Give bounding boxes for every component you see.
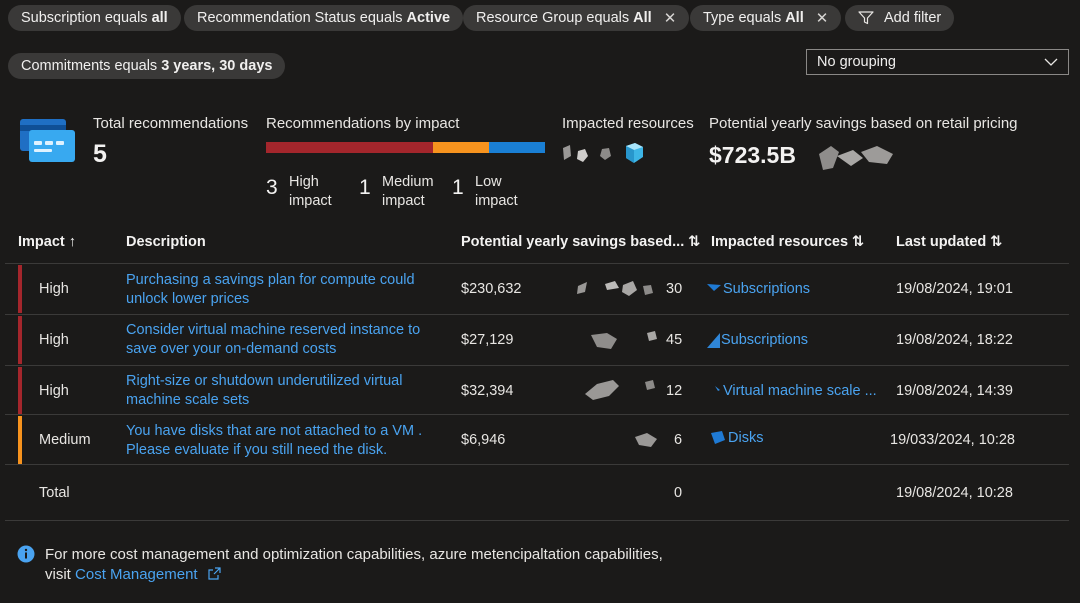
resource-count: 12 xyxy=(666,383,683,399)
cost-management-link[interactable]: Cost Management xyxy=(75,566,198,583)
filter-pill-type[interactable]: Type equals All ✕ xyxy=(690,5,842,31)
impact-cell: High xyxy=(39,281,69,297)
impact-indicator-medium xyxy=(18,416,22,464)
savings-cell: $6,946 xyxy=(461,432,506,448)
potential-savings-label: Potential yearly savings based on retail… xyxy=(709,115,1018,132)
filter-value: Active xyxy=(406,10,451,26)
impacted-resources-label: Impacted resources xyxy=(562,115,694,132)
divider xyxy=(5,464,1069,465)
recommendation-link[interactable]: Consider virtual machine reserved instan… xyxy=(126,321,420,359)
divider xyxy=(5,520,1069,521)
chevron-down-icon xyxy=(1044,54,1058,70)
last-updated-cell: 19/08/2024, 19:01 xyxy=(896,281,1013,297)
vm-scale-set-icon xyxy=(715,386,720,391)
filter-pill-commitments[interactable]: Commitments equals 3 years, 30 days xyxy=(8,53,286,79)
header-description[interactable]: Description xyxy=(126,234,206,250)
filter-value: all xyxy=(151,10,168,26)
low-impact-label: Low impact xyxy=(475,174,518,209)
impact-bar-low xyxy=(489,142,545,153)
high-impact-label: High impact xyxy=(289,174,332,209)
header-impacted-resources[interactable]: Impacted resources ⇅ xyxy=(711,234,864,250)
footer-info-text: For more cost management and optimizatio… xyxy=(45,546,663,563)
add-filter-label: Add filter xyxy=(884,10,942,26)
impact-bar-medium xyxy=(433,142,490,153)
header-last-updated[interactable]: Last updated ⇅ xyxy=(896,234,1002,250)
low-impact-count: 1 xyxy=(452,176,464,199)
info-icon xyxy=(17,545,35,567)
filter-prefix: Type equals xyxy=(703,10,782,26)
impact-cell: Medium xyxy=(39,432,91,448)
close-icon[interactable]: ✕ xyxy=(664,9,677,27)
last-updated-cell: 19/08/2024, 18:22 xyxy=(896,332,1013,348)
total-recommendations-label: Total recommendations xyxy=(93,115,249,132)
medium-impact-label: Medium impact xyxy=(382,174,434,209)
total-last-updated: 19/08/2024, 10:28 xyxy=(896,485,1013,501)
filter-prefix: Resource Group equals xyxy=(476,10,630,26)
resource-count: 6 xyxy=(674,432,683,448)
filter-icon xyxy=(858,11,874,25)
table-row[interactable]: High Purchasing a savings plan for compu… xyxy=(5,264,1069,314)
recommendation-link[interactable]: Purchasing a savings plan for compute co… xyxy=(126,271,415,309)
add-filter-button[interactable]: Add filter xyxy=(845,5,955,31)
impacted-resource-link[interactable]: Virtual machine scale ... xyxy=(715,383,877,399)
impacted-resource-link[interactable]: Disks xyxy=(711,430,763,446)
filter-pill-recommendation-status[interactable]: Recommendation Status equals Active xyxy=(184,5,464,31)
recommendations-by-impact-label: Recommendations by impact xyxy=(266,115,460,132)
savings-cell: $230,632 xyxy=(461,281,522,297)
recommendations-card-icon xyxy=(19,117,77,169)
filter-prefix: Recommendation Status equals xyxy=(197,10,403,26)
last-updated-cell: 19/08/2024, 14:39 xyxy=(896,383,1013,399)
filter-value: All xyxy=(785,10,804,26)
filter-pill-resource-group[interactable]: Resource Group equals All ✕ xyxy=(463,5,690,31)
total-recommendations-value: 5 xyxy=(93,140,107,168)
filter-prefix: Commitments equals xyxy=(21,58,158,74)
table-row[interactable]: Medium You have disks that are not attac… xyxy=(5,415,1069,465)
impact-indicator-high xyxy=(18,265,22,313)
resource-thumbnails xyxy=(633,431,663,455)
savings-cell: $27,129 xyxy=(461,332,514,348)
resource-count: 30 xyxy=(666,281,683,297)
filter-value: 3 years, 30 days xyxy=(161,58,273,74)
total-count: 0 xyxy=(674,485,683,501)
resource-type-icons xyxy=(560,142,650,172)
grouping-selected: No grouping xyxy=(817,54,896,70)
filter-value: All xyxy=(633,10,652,26)
filter-pill-subscription[interactable]: Subscription equals all xyxy=(8,5,181,31)
savings-decoration-icon xyxy=(817,140,897,180)
impact-cell: High xyxy=(39,332,69,348)
grouping-dropdown[interactable]: No grouping xyxy=(806,49,1069,75)
impact-bar xyxy=(266,142,545,153)
header-impact[interactable]: Impact ↑ xyxy=(18,234,76,250)
recommendation-link[interactable]: Right-size or shutdown underutilized vir… xyxy=(126,372,402,410)
savings-cell: $32,394 xyxy=(461,383,514,399)
potential-savings-value: $723.5B xyxy=(709,142,796,168)
impacted-resource-link[interactable]: Subscriptions xyxy=(707,332,808,348)
table-row[interactable]: High Right-size or shutdown underutilize… xyxy=(5,366,1069,416)
external-link-icon[interactable] xyxy=(208,567,221,584)
resource-thumbnails xyxy=(575,278,665,304)
total-label: Total xyxy=(39,485,70,501)
filter-prefix: Subscription equals xyxy=(21,10,148,26)
header-savings[interactable]: Potential yearly savings based... ⇅ xyxy=(461,234,700,250)
resource-thumbnails xyxy=(581,376,665,406)
resource-thumbnails xyxy=(587,329,665,357)
resource-count: 45 xyxy=(666,332,683,348)
disk-icon xyxy=(711,431,725,444)
high-impact-count: 3 xyxy=(266,176,278,199)
impacted-resource-link[interactable]: Subscriptions xyxy=(707,281,810,297)
recommendation-link[interactable]: You have disks that are not attached to … xyxy=(126,422,422,460)
table-row[interactable]: High Consider virtual machine reserved i… xyxy=(5,315,1069,365)
footer-visit: visit Cost Management xyxy=(45,566,221,584)
subscription-icon xyxy=(707,333,720,348)
impact-indicator-high xyxy=(18,316,22,364)
medium-impact-count: 1 xyxy=(359,176,371,199)
subscription-icon xyxy=(707,284,721,291)
impact-bar-high xyxy=(266,142,434,153)
last-updated-cell: 19/033/2024, 10:28 xyxy=(890,432,1015,448)
impact-cell: High xyxy=(39,383,69,399)
close-icon[interactable]: ✕ xyxy=(816,9,829,27)
impact-indicator-high xyxy=(18,367,22,415)
